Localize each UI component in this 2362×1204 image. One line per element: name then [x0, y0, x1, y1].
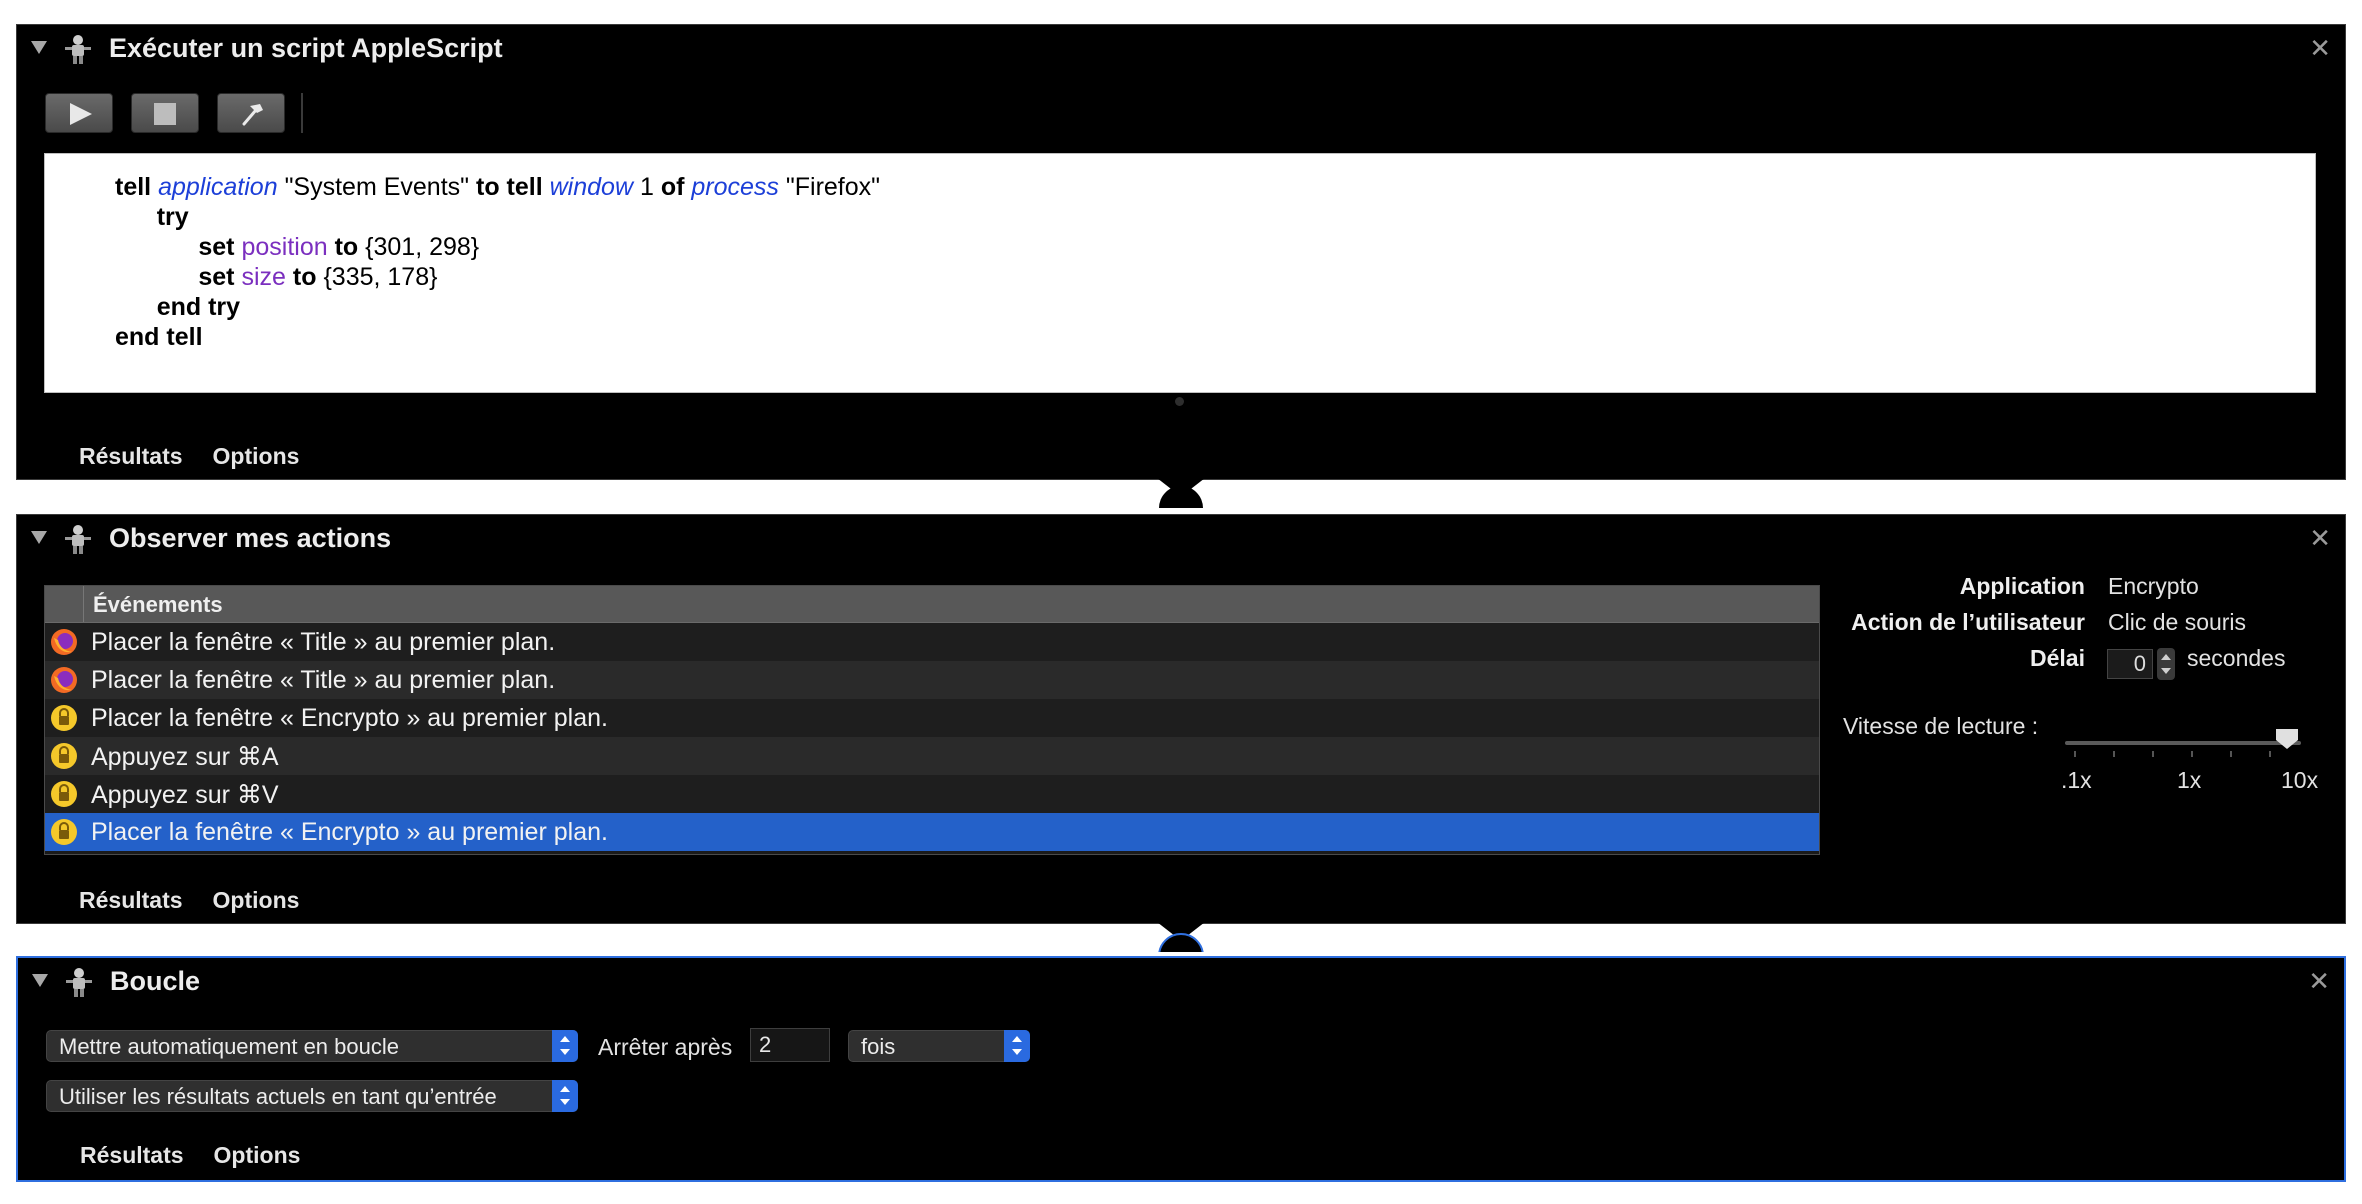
table-row[interactable]: Placer la fenêtre « Title » au premier p… [45, 623, 1819, 661]
code-line: tell application "System Events" to tell… [115, 173, 881, 201]
watch-me-do-panel: Observer mes actions ✕ Événements Placer… [16, 514, 2346, 924]
column-header-events[interactable]: Événements [93, 592, 223, 618]
stop-after-count-input[interactable]: 2 [750, 1028, 830, 1062]
delay-label: Délai [2030, 645, 2085, 671]
action-title: Exécuter un script AppleScript [109, 33, 503, 63]
code-line: set position to {301, 298} [198, 233, 480, 261]
stepper-arrows-icon [2161, 654, 2171, 674]
code-line: set size to {335, 178} [198, 263, 438, 291]
action-header: Boucle ✕ [18, 958, 2344, 1006]
application-value: Encrypto [2108, 573, 2199, 599]
disclosure-triangle-icon[interactable] [31, 41, 47, 54]
script-editor[interactable]: tell application "System Events" to tell… [44, 153, 2316, 393]
action-title: Boucle [110, 966, 201, 996]
speed-slider[interactable] [2065, 741, 2301, 745]
action-connector-icon [1157, 922, 1205, 952]
encrypto-icon [51, 819, 77, 845]
table-row[interactable]: Placer la fenêtre « Title » au premier p… [45, 661, 1819, 699]
applescript-action-panel: Exécuter un script AppleScript ✕ tell ap… [16, 24, 2346, 480]
application-label: Application [1959, 573, 2085, 599]
tab-options[interactable]: Options [213, 887, 300, 913]
table-row[interactable]: Placer la fenêtre « Encrypto » au premie… [45, 699, 1819, 737]
automator-robot-icon [65, 525, 91, 554]
toolbar-separator [301, 93, 303, 133]
table-row-selected[interactable]: Placer la fenêtre « Encrypto » au premie… [45, 813, 1819, 851]
encrypto-icon [51, 781, 77, 807]
action-header: Exécuter un script AppleScript ✕ [17, 25, 2345, 73]
code-line: end tell [115, 323, 203, 351]
code-line: end try [156, 293, 241, 321]
tab-results[interactable]: Résultats [79, 887, 183, 913]
user-action-label: Action de l’utilisateur [1851, 609, 2085, 635]
close-icon[interactable]: ✕ [2308, 966, 2330, 997]
automator-robot-icon [66, 968, 92, 997]
user-action-value: Clic de souris [2108, 609, 2247, 635]
speed-slider-thumb[interactable] [2276, 729, 2298, 749]
action-title: Observer mes actions [109, 523, 392, 553]
speed-tick-max: 10x [2281, 767, 2319, 793]
speed-label: Vitesse de lecture : [1843, 713, 2039, 739]
footer-tabs: Résultats Options [79, 887, 329, 914]
loop-action-panel: Boucle ✕ Mettre automatiquement en boucl… [16, 956, 2346, 1182]
encrypto-icon [51, 705, 77, 731]
unit-select[interactable]: fois [848, 1030, 1030, 1062]
select-arrows-icon [1004, 1030, 1030, 1062]
play-icon [70, 103, 92, 125]
action-connector-icon [1157, 478, 1205, 508]
tab-results[interactable]: Résultats [80, 1142, 184, 1168]
automator-robot-icon [65, 35, 91, 64]
stop-after-label: Arrêter après [598, 1034, 733, 1060]
encrypto-icon [51, 743, 77, 769]
firefox-icon [51, 667, 77, 693]
tab-options[interactable]: Options [214, 1142, 301, 1168]
speed-tick-mid: 1x [2177, 767, 2202, 793]
script-code[interactable]: tell application "System Events" to tell… [115, 172, 880, 352]
code-line: try [156, 203, 189, 231]
tab-options[interactable]: Options [213, 443, 300, 469]
loop-mode-select[interactable]: Mettre automatiquement en boucle [46, 1030, 578, 1062]
table-header: Événements [45, 586, 1819, 623]
delay-stepper[interactable] [2157, 648, 2175, 680]
resize-grip[interactable] [1175, 397, 1184, 406]
table-row[interactable]: Appuyez sur ⌘A [45, 737, 1819, 775]
input-mode-select[interactable]: Utiliser les résultats actuels en tant q… [46, 1080, 578, 1112]
hammer-icon [242, 104, 263, 126]
disclosure-triangle-icon[interactable] [31, 531, 47, 544]
select-arrows-icon [552, 1080, 578, 1112]
footer-tabs: Résultats Options [80, 1142, 330, 1169]
compile-button[interactable] [217, 93, 285, 133]
delay-unit: secondes [2187, 645, 2286, 671]
delay-field[interactable]: 0 [2107, 649, 2153, 679]
run-button[interactable] [45, 93, 113, 133]
disclosure-triangle-icon[interactable] [32, 974, 48, 987]
close-icon[interactable]: ✕ [2309, 523, 2331, 554]
action-header: Observer mes actions ✕ [17, 515, 2345, 563]
table-row[interactable]: Appuyez sur ⌘V [45, 775, 1819, 813]
tab-results[interactable]: Résultats [79, 443, 183, 469]
select-arrows-icon [552, 1030, 578, 1062]
stop-icon [154, 103, 176, 125]
events-table[interactable]: Événements Placer la fenêtre « Title » a… [44, 585, 1820, 855]
close-icon[interactable]: ✕ [2309, 33, 2331, 64]
firefox-icon [51, 629, 77, 655]
stop-button[interactable] [131, 93, 199, 133]
footer-tabs: Résultats Options [79, 443, 329, 470]
speed-tick-min: .1x [2061, 767, 2092, 793]
